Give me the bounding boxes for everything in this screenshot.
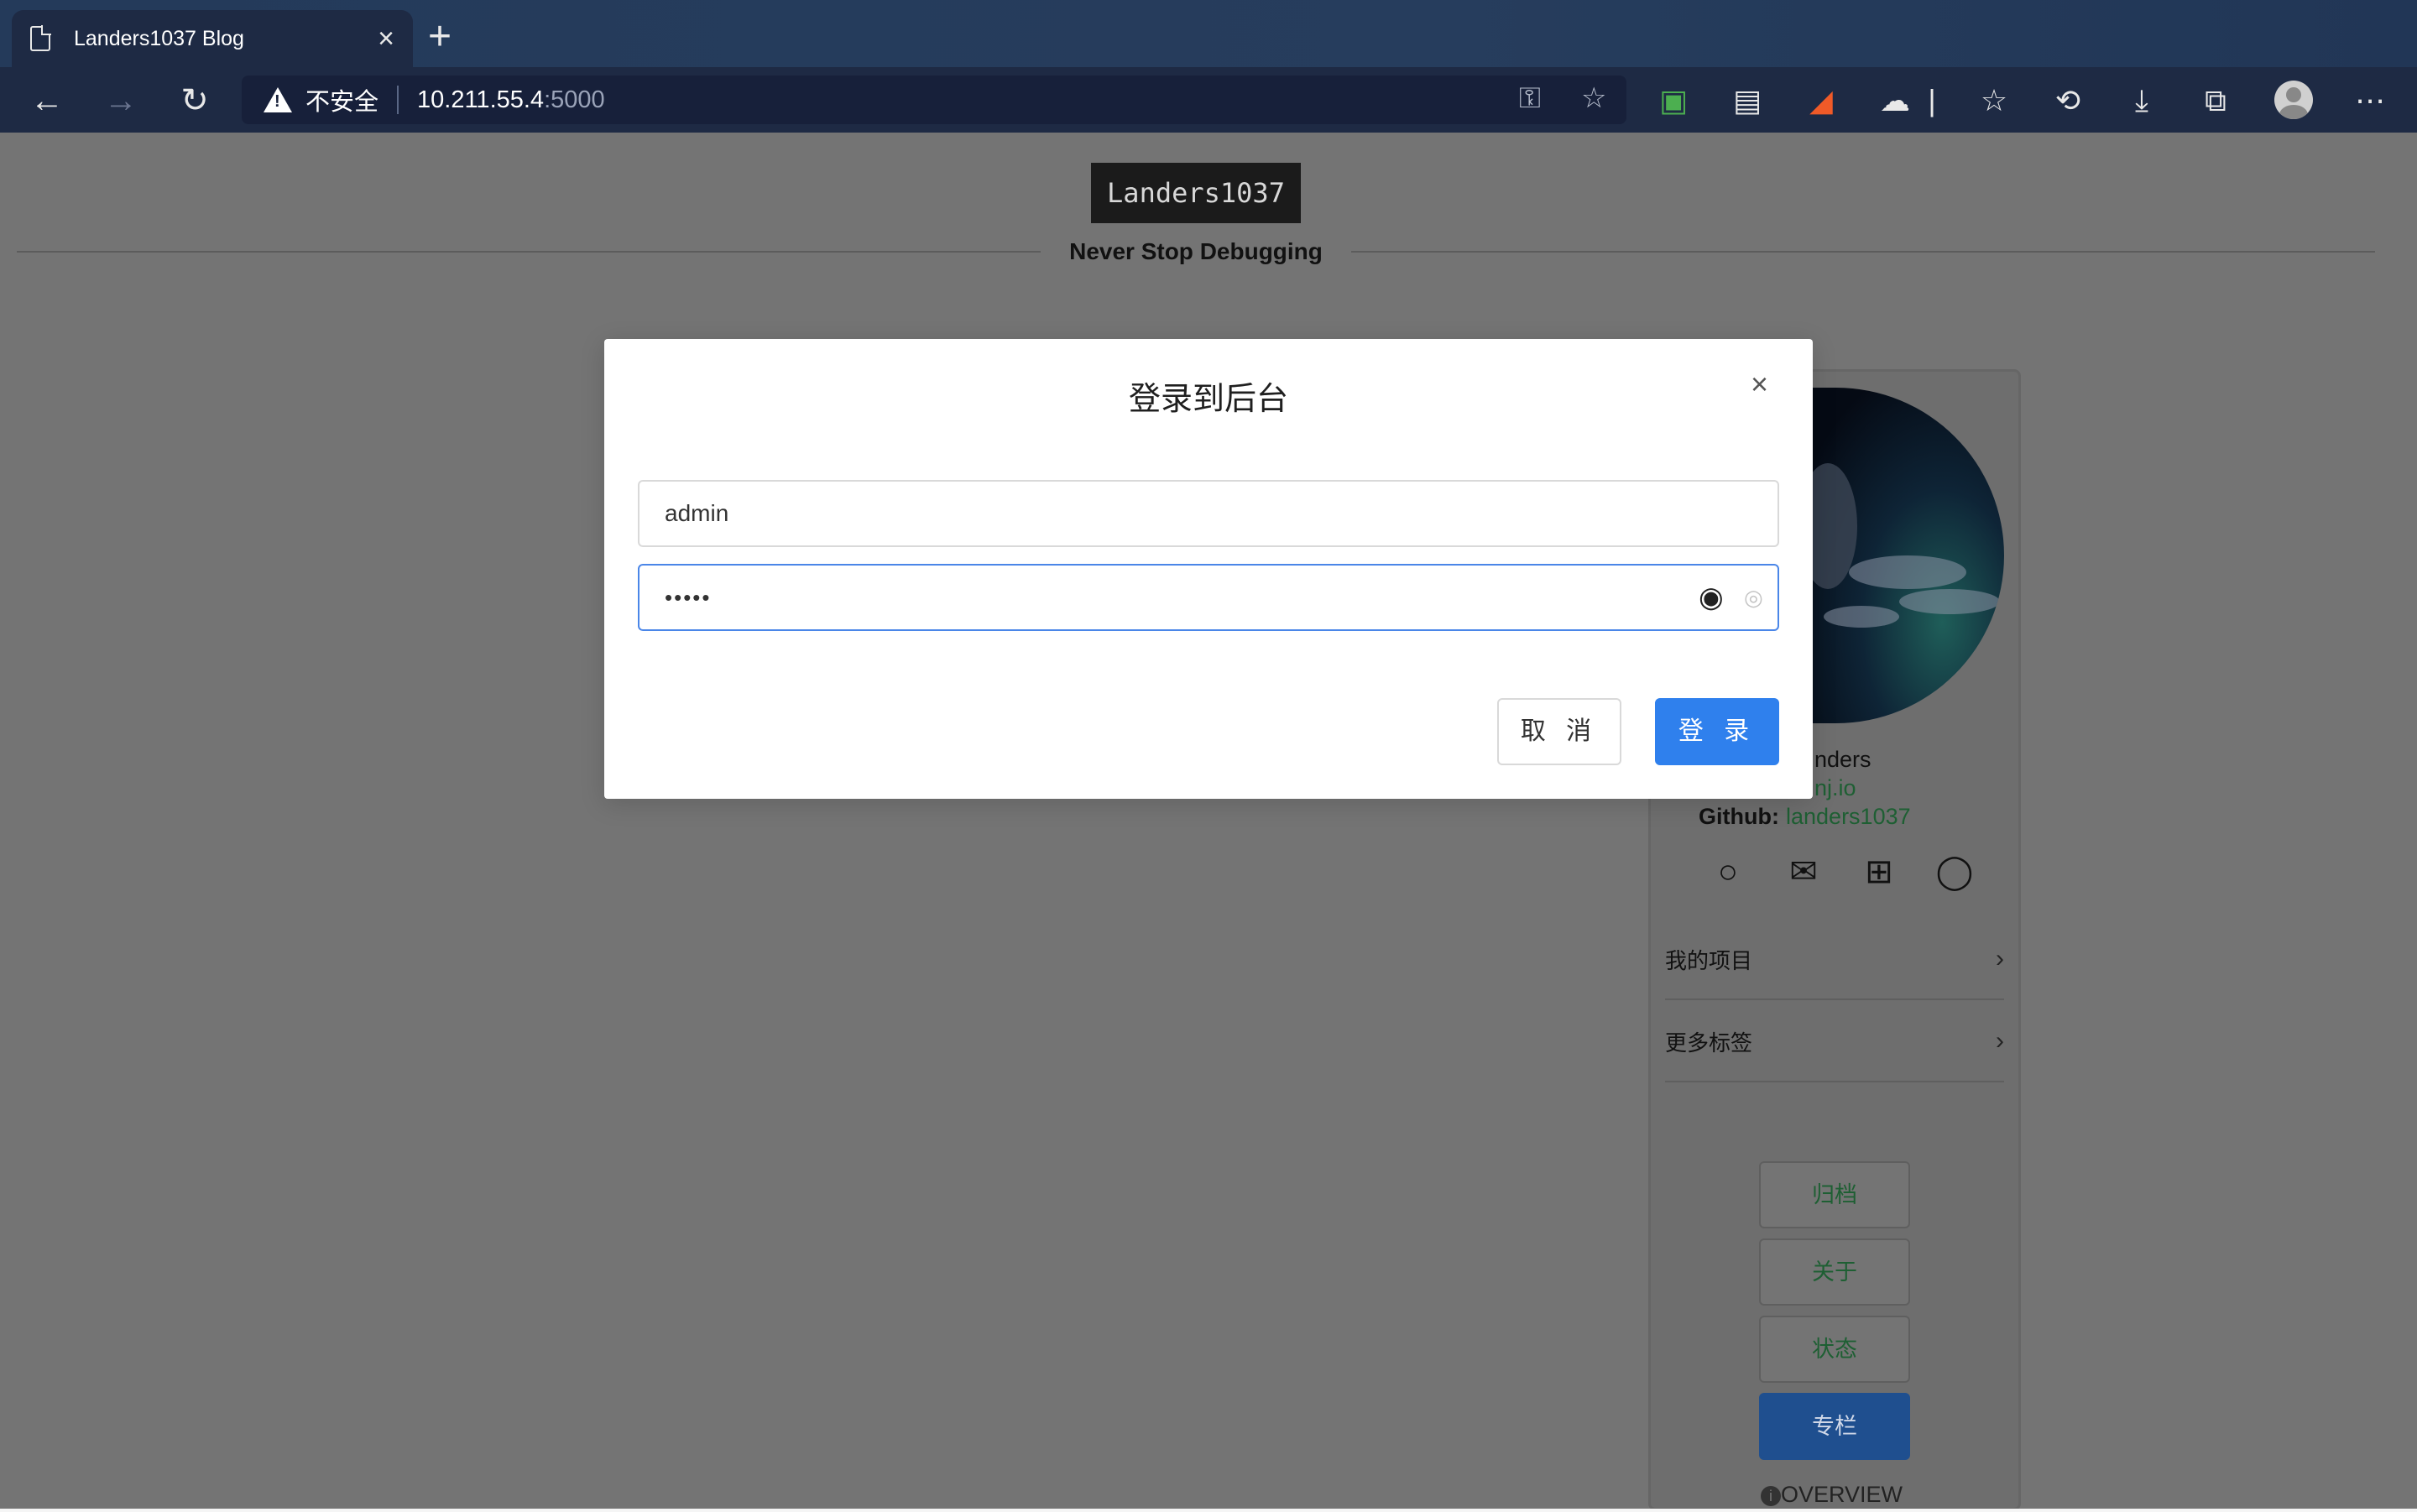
tab-title: Landers1037 Blog (74, 26, 244, 50)
info-icon: i (1761, 1485, 1781, 1506)
address-separator (397, 86, 399, 114)
status-button[interactable]: 状态 (1759, 1316, 1910, 1383)
forward-icon[interactable]: → (101, 81, 141, 121)
username-value: admin (665, 500, 729, 526)
mail-icon[interactable]: ✉ (1784, 852, 1823, 891)
profile-site-link[interactable]: nj.io (1814, 775, 1856, 801)
login-modal: 登录到后台 × admin ••••• ◉ ◎ 取 消 登 录 (604, 339, 1813, 799)
overview-link[interactable]: i OVERVIEW (1761, 1482, 1903, 1508)
login-button[interactable]: 登 录 (1655, 698, 1779, 765)
gift-icon[interactable]: ⊞ (1860, 852, 1898, 891)
modal-title: 登录到后台 (1128, 382, 1288, 417)
header-divider-left (17, 251, 1041, 253)
download-icon[interactable]: ⤓ (2122, 81, 2162, 121)
back-icon[interactable]: ← (27, 81, 67, 121)
document-icon (30, 25, 51, 51)
chevron-right-icon: › (1996, 945, 2004, 972)
extension-red-icon[interactable]: ◢ (1801, 81, 1841, 121)
search-icon[interactable]: ○ (1709, 852, 1747, 891)
favorites-icon[interactable]: ☆ (1974, 81, 2014, 121)
collections-icon[interactable]: ⧉ (2195, 81, 2236, 121)
sidebar-item-label: 我的项目 (1665, 947, 1753, 973)
profile-avatar-icon[interactable] (2274, 81, 2313, 119)
archive-button[interactable]: 归档 (1759, 1161, 1910, 1228)
toolbar-divider: | (1928, 83, 1936, 117)
address-bar[interactable]: ! 不安全 10.211.55.4:5000 (242, 76, 1626, 124)
extension-green-icon[interactable]: ▣ (1653, 81, 1694, 121)
tab-close-icon[interactable]: × (378, 24, 394, 53)
column-button[interactable]: 专栏 (1759, 1393, 1910, 1460)
about-button[interactable]: 关于 (1759, 1238, 1910, 1306)
site-logo[interactable]: Landers1037 (1091, 163, 1301, 223)
address-port: :5000 (544, 86, 605, 113)
history-icon[interactable]: ⟲ (2048, 81, 2088, 121)
overview-label: OVERVIEW (1781, 1482, 1903, 1507)
warning-icon: ! (264, 87, 292, 112)
github-link[interactable]: landers1037 (1786, 804, 1911, 830)
password-value: ••••• (665, 584, 712, 610)
key-icon[interactable]: ⚿ (1519, 84, 1541, 112)
eye-icon[interactable]: ◉ (1699, 581, 1724, 614)
chevron-right-icon: › (1996, 1027, 2004, 1055)
social-icons: ○ ✉ ⊞ ◯ (1709, 852, 1974, 891)
sidebar-item-tags[interactable]: 更多标签 › (1665, 1002, 2004, 1082)
eye-toggle-icon[interactable]: ◎ (1744, 581, 1763, 614)
sidebar-item-label: 更多标签 (1665, 1030, 1753, 1056)
username-field[interactable]: admin (638, 480, 1779, 547)
more-menu-icon[interactable]: ⋯ (2350, 81, 2390, 121)
github-label: Github: (1699, 804, 1779, 829)
header-divider-right (1351, 251, 2375, 253)
address-host: 10.211.55.4 (417, 86, 545, 113)
new-tab-icon[interactable]: + (428, 17, 452, 57)
reload-icon[interactable]: ↻ (175, 81, 215, 121)
extension-reader-icon[interactable]: ▤ (1727, 81, 1767, 121)
cancel-button[interactable]: 取 消 (1497, 698, 1621, 765)
window-bottom-edge (0, 1509, 2417, 1512)
profile-name: nders (1814, 747, 1871, 772)
extension-cloud-icon[interactable]: ☁ (1875, 81, 1915, 121)
close-icon[interactable]: × (1751, 369, 1768, 399)
sidebar-item-projects[interactable]: 我的项目 › (1665, 920, 2004, 1000)
password-field[interactable]: ••••• ◉ ◎ (638, 564, 1779, 631)
security-label[interactable]: 不安全 (305, 82, 378, 117)
browser-tab-bar: Landers1037 Blog × + (0, 0, 2417, 67)
add-favorite-icon[interactable]: ☆ (1581, 84, 1606, 112)
chat-icon[interactable]: ◯ (1935, 852, 1974, 891)
site-tagline: Never Stop Debugging (1069, 238, 1323, 264)
browser-tab[interactable]: Landers1037 Blog × (12, 10, 413, 67)
